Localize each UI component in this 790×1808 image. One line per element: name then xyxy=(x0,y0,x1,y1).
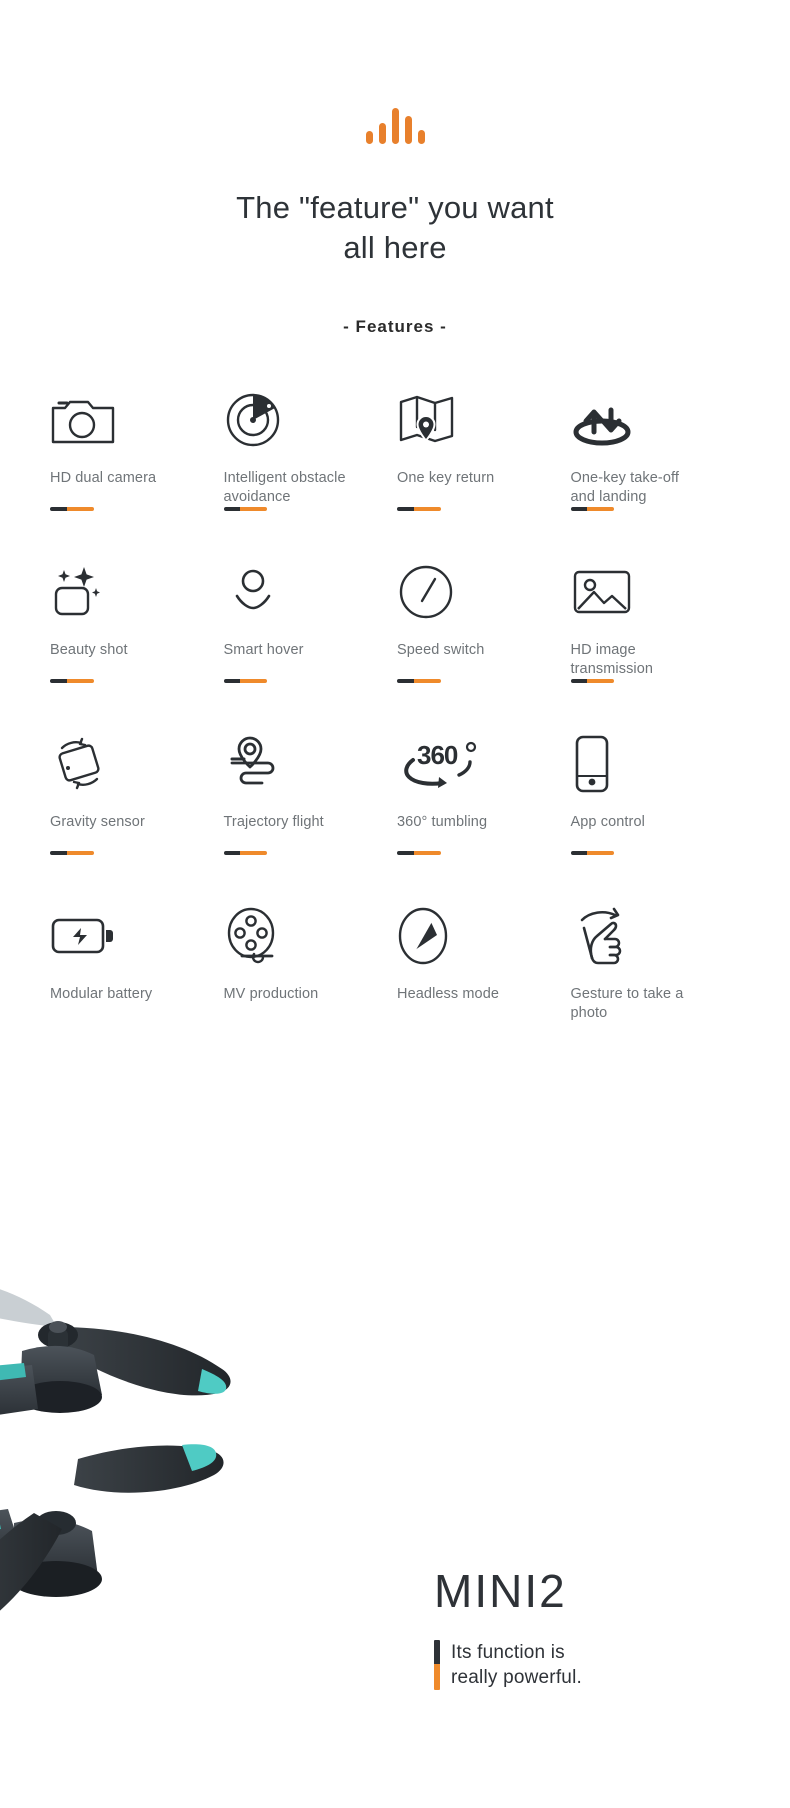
feature-label: App control xyxy=(570,814,645,831)
tagline-accent-bar xyxy=(434,1640,440,1691)
feature-item[interactable]: HD dual camera xyxy=(50,389,224,527)
feature-underline xyxy=(397,851,441,856)
feature-label: Beauty shot xyxy=(50,642,128,659)
feature-item[interactable]: One key return xyxy=(397,389,571,527)
camera-icon xyxy=(50,389,224,451)
feature-item[interactable]: Smart hover xyxy=(223,561,398,699)
headline-line-2: all here xyxy=(343,229,447,265)
feature-underline xyxy=(50,507,94,512)
feature-item[interactable]: Modular battery xyxy=(50,905,224,1043)
headline-line-1: The "feature" you want xyxy=(236,190,554,225)
battery-bolt-icon xyxy=(50,905,224,967)
feature-item[interactable]: Headless mode xyxy=(397,905,571,1043)
film-reel-icon xyxy=(224,905,398,967)
feature-label: Intelligent obstacle avoidance xyxy=(223,470,346,505)
audio-wave-icon xyxy=(0,98,790,144)
tumbling-360-icon: 360 xyxy=(397,733,571,795)
feature-underline xyxy=(570,851,615,856)
feature-underline xyxy=(570,679,615,684)
feature-item[interactable]: MV production xyxy=(224,905,398,1043)
smartphone-icon xyxy=(571,733,745,795)
feature-item[interactable]: Speed switch xyxy=(397,561,571,699)
tagline-text: Its function is really powerful. xyxy=(451,1640,582,1690)
feature-underline xyxy=(50,851,94,856)
speedometer-icon xyxy=(397,561,571,623)
sparkle-beauty-icon xyxy=(50,561,224,623)
feature-label: Trajectory flight xyxy=(223,814,324,831)
feature-label: One key return xyxy=(397,470,495,487)
feature-label: Smart hover xyxy=(223,642,304,659)
radar-obstacle-icon xyxy=(224,389,398,451)
compass-icon xyxy=(397,905,571,967)
feature-item[interactable]: One-key take-off and landing xyxy=(570,389,745,527)
tagline-block: Its function is really powerful. xyxy=(434,1640,734,1691)
feature-label: 360° tumbling xyxy=(397,814,488,831)
feature-label: HD image transmission xyxy=(570,642,654,677)
feature-underline xyxy=(50,679,94,684)
feature-label: Gravity sensor xyxy=(50,814,145,831)
trajectory-path-icon xyxy=(224,733,398,795)
feature-page: The "feature" you want all here - Featur… xyxy=(0,98,790,1808)
page-title: The "feature" you want all here xyxy=(0,188,790,267)
feature-underline xyxy=(397,507,441,512)
feature-underline xyxy=(223,851,268,856)
map-pin-icon xyxy=(397,389,571,451)
section-subtitle: - Features - xyxy=(343,317,447,337)
feature-item[interactable]: Intelligent obstacle avoidance xyxy=(223,389,398,527)
feature-label: Speed switch xyxy=(397,642,485,659)
feature-underline xyxy=(397,679,441,684)
feature-label: Modular battery xyxy=(50,986,153,1003)
feature-item[interactable]: App control xyxy=(570,733,745,871)
feature-grid: HD dual camera Intelligent obstacle avoi… xyxy=(0,389,790,1043)
feature-label: One-key take-off and landing xyxy=(570,470,680,505)
product-section: MINI2 Its function is really powerful. xyxy=(0,1213,790,1808)
takeoff-landing-icon xyxy=(571,389,745,451)
feature-label: Headless mode xyxy=(397,986,500,1003)
gravity-rotate-icon xyxy=(50,733,224,795)
svg-text:360: 360 xyxy=(417,740,458,770)
feature-item[interactable]: HD image transmission xyxy=(570,561,745,699)
feature-item[interactable]: Gravity sensor xyxy=(50,733,224,871)
feature-label: Gesture to take a photo xyxy=(570,986,684,1021)
feature-item[interactable]: Gesture to take a photo xyxy=(571,905,745,1043)
tagline-line-1: Its function is xyxy=(451,1642,565,1663)
drone-product-photo xyxy=(0,1223,402,1683)
feature-underline xyxy=(223,507,268,512)
feature-underline xyxy=(223,679,268,684)
feature-item[interactable]: 360 360° tumbling xyxy=(397,733,571,871)
tagline-line-2: really powerful. xyxy=(451,1667,582,1689)
feature-item[interactable]: Beauty shot xyxy=(50,561,224,699)
feature-underline xyxy=(570,507,615,512)
brand-name: MINI2 xyxy=(434,1565,567,1617)
feature-item[interactable]: Trajectory flight xyxy=(223,733,398,871)
hand-gesture-icon xyxy=(571,905,745,967)
image-picture-icon xyxy=(571,561,745,623)
hover-person-icon xyxy=(224,561,398,623)
feature-label: HD dual camera xyxy=(50,470,157,487)
feature-label: MV production xyxy=(223,986,319,1003)
brand-block: MINI2 Its function is really powerful. xyxy=(434,1565,734,1691)
